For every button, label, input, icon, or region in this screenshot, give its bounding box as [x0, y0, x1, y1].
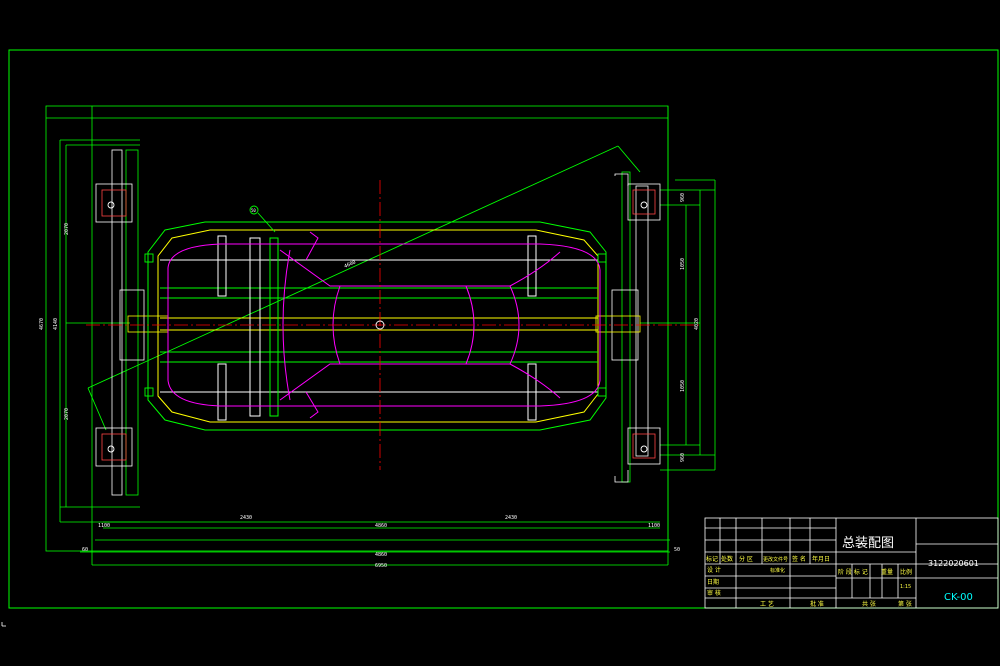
dim-left-outer: 4670	[39, 318, 45, 330]
label-date: 日期	[707, 578, 719, 586]
dim-left-top: 2070	[64, 223, 70, 235]
header-date: 年月日	[812, 555, 830, 563]
dim-small-right: 50	[674, 547, 680, 553]
cad-drawing: 4860 6950 4860 2430 2430 1100 1100 60 50…	[0, 0, 1000, 666]
label-design: 设 计	[707, 566, 721, 574]
dim-right-bottom: 960	[680, 453, 686, 462]
label-process: 工 艺	[760, 600, 774, 608]
dim-right-mid-1: 1050	[680, 258, 686, 270]
header-count: 处数	[721, 555, 733, 563]
scale-label: 比例	[900, 568, 912, 576]
header-zone: 分 区	[739, 555, 753, 563]
dim-left-bottom: 2070	[64, 408, 70, 420]
balloon-label: 50	[251, 208, 256, 213]
dim-bottom-total-2: 6950	[375, 563, 387, 569]
header-mark: 标记	[706, 555, 718, 563]
dim-right-total: 4020	[694, 318, 700, 330]
label-approve: 批 准	[810, 600, 824, 608]
dim-bottom-mid: 4860	[375, 523, 387, 529]
drawing-title: 总装配图	[842, 536, 894, 551]
background	[0, 0, 1000, 666]
stage-label: 阶 段 标 记	[838, 568, 868, 576]
dim-bottom-right-half: 2430	[505, 515, 517, 521]
dim-right-mid-2: 1050	[680, 380, 686, 392]
drawing-number: 3122020601	[928, 559, 979, 568]
header-sign: 签 名	[792, 555, 806, 563]
label-review: 审 核	[707, 589, 721, 597]
dim-right-top: 960	[680, 193, 686, 202]
dim-bottom-total-1: 4860	[375, 552, 387, 558]
drawing-code: CK-00	[944, 592, 973, 603]
dim-left-small: 1100	[98, 523, 110, 529]
dim-right-small: 1100	[648, 523, 660, 529]
dim-small-left: 60	[82, 547, 88, 553]
drawing-scale: 1:15	[900, 584, 911, 590]
weight-label: 重量	[881, 568, 893, 576]
label-sheet-no: 第 张	[898, 600, 912, 608]
label-sheets-total: 共 张	[862, 600, 876, 608]
label-standardization: 标准化	[770, 567, 785, 574]
dim-bottom-left-half: 2430	[240, 515, 252, 521]
header-change-doc: 更改文件号	[763, 556, 788, 563]
dim-left-total: 4140	[53, 318, 59, 330]
